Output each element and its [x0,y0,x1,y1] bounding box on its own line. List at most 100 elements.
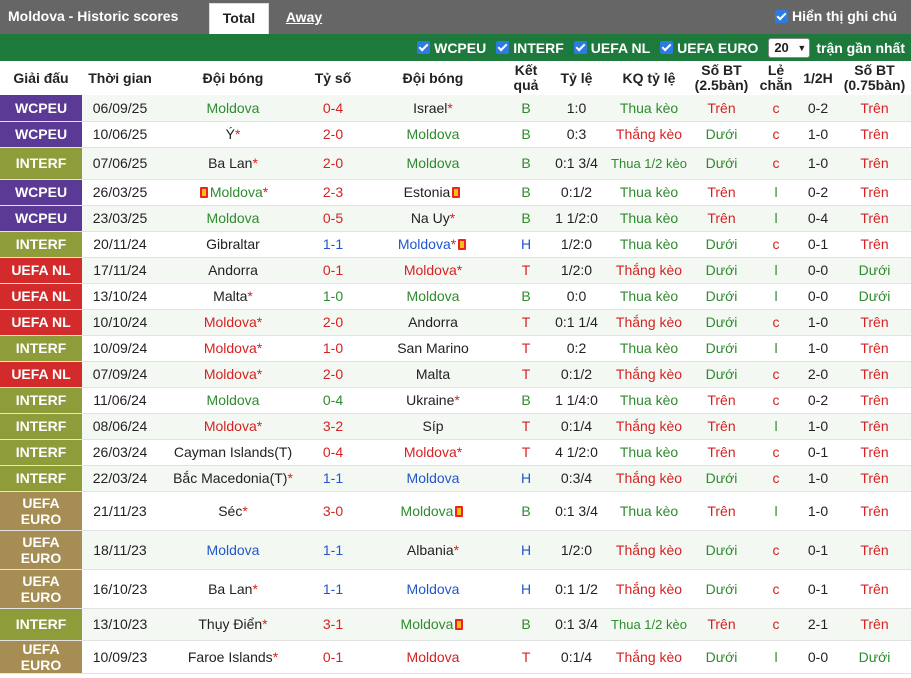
red-card-icon [452,187,461,198]
away-team[interactable]: Síp [358,413,508,440]
tab-away[interactable]: Away [274,3,334,34]
score[interactable]: 0-4 [308,439,358,466]
competition-badge[interactable]: WCPEU [0,205,82,232]
competition-badge[interactable]: UEFA NL [0,361,82,388]
home-team[interactable]: Moldova* [158,413,308,440]
competition-badge[interactable]: UEFA NL [0,283,82,310]
score[interactable]: 2-0 [308,309,358,336]
competition-badge[interactable]: WCPEU [0,121,82,148]
away-team[interactable]: Moldova [358,608,508,641]
home-team[interactable]: Moldova* [158,361,308,388]
home-team[interactable]: Bắc Macedonia(T)* [158,465,308,492]
home-team[interactable]: Ba Lan* [158,569,308,609]
away-team[interactable]: Moldova* [358,439,508,466]
away-team[interactable]: Moldova [358,147,508,180]
away-team[interactable]: Moldova* [358,231,508,258]
competition-badge[interactable]: INTERF [0,335,82,362]
filter-interf[interactable]: INTERF [496,40,564,56]
score[interactable]: 1-1 [308,569,358,609]
score[interactable]: 3-2 [308,413,358,440]
filter-uefa-euro[interactable]: UEFA EURO [660,40,758,56]
away-team[interactable]: Moldova [358,569,508,609]
filter-wcpeu[interactable]: WCPEU [417,40,486,56]
home-team[interactable]: Moldova* [158,335,308,362]
competition-badge[interactable]: UEFA EURO [0,530,82,570]
score[interactable]: 0-5 [308,205,358,232]
competition-badge[interactable]: UEFA EURO [0,569,82,609]
show-notes-toggle[interactable]: Hiển thị ghi chú [775,8,897,24]
competition-badge[interactable]: INTERF [0,608,82,641]
recent-count-select[interactable]: 20 ▼ [768,37,811,58]
home-team[interactable]: Thụy Điển* [158,608,308,641]
home-team[interactable]: Faroe Islands* [158,640,308,674]
home-team[interactable]: Gibraltar [158,231,308,258]
checkbox-icon[interactable] [496,41,510,54]
competition-badge[interactable]: WCPEU [0,95,82,122]
score[interactable]: 0-1 [308,640,358,674]
away-team[interactable]: Moldova [358,121,508,148]
home-team[interactable]: Cayman Islands(T) [158,439,308,466]
checkbox-icon[interactable] [573,41,587,54]
filter-uefa-nl[interactable]: UEFA NL [573,40,650,56]
home-team[interactable]: Moldova* [158,179,308,206]
score[interactable]: 2-0 [308,121,358,148]
away-team[interactable]: Moldova* [358,257,508,284]
home-team[interactable]: Andorra [158,257,308,284]
score[interactable]: 1-0 [308,283,358,310]
competition-badge[interactable]: INTERF [0,147,82,180]
home-team[interactable]: Séc* [158,491,308,531]
home-team[interactable]: Moldova [158,95,308,122]
odds-result: Thắng kèo [609,569,689,609]
col-result: Kết quả [508,61,544,95]
away-team[interactable]: Moldova [358,640,508,674]
score[interactable]: 3-1 [308,608,358,641]
score[interactable]: 3-0 [308,491,358,531]
away-team[interactable]: Israel* [358,95,508,122]
score[interactable]: 1-1 [308,465,358,492]
home-team[interactable]: Moldova [158,205,308,232]
home-team[interactable]: Moldova [158,530,308,570]
home-team[interactable]: Ý* [158,121,308,148]
away-team[interactable]: San Marino [358,335,508,362]
over-under-075: Trên [838,608,911,641]
score[interactable]: 0-1 [308,257,358,284]
away-team[interactable]: Albania* [358,530,508,570]
score[interactable]: 1-0 [308,335,358,362]
score[interactable]: 1-1 [308,231,358,258]
home-team[interactable]: Moldova [158,387,308,414]
home-team[interactable]: Malta* [158,283,308,310]
tab-total[interactable]: Total [209,3,269,34]
score[interactable]: 2-0 [308,147,358,180]
score[interactable]: 0-4 [308,387,358,414]
away-team[interactable]: Moldova [358,491,508,531]
odd-even: l [754,179,798,206]
score[interactable]: 0-4 [308,95,358,122]
checkbox-icon[interactable] [775,9,788,23]
match-result: T [508,335,544,362]
checkbox-icon[interactable] [660,41,674,54]
away-team[interactable]: Ukraine* [358,387,508,414]
score[interactable]: 1-1 [308,530,358,570]
home-team[interactable]: Moldova* [158,309,308,336]
away-team[interactable]: Moldova [358,465,508,492]
checkbox-icon[interactable] [417,41,431,54]
competition-badge[interactable]: WCPEU [0,179,82,206]
team-name: Thụy Điển [198,616,263,632]
competition-badge[interactable]: INTERF [0,413,82,440]
away-team[interactable]: Malta [358,361,508,388]
competition-badge[interactable]: UEFA NL [0,309,82,336]
away-team[interactable]: Andorra [358,309,508,336]
competition-badge[interactable]: UEFA NL [0,257,82,284]
competition-badge[interactable]: INTERF [0,231,82,258]
competition-badge[interactable]: INTERF [0,439,82,466]
competition-badge[interactable]: UEFA EURO [0,491,82,531]
away-team[interactable]: Na Uy* [358,205,508,232]
home-team[interactable]: Ba Lan* [158,147,308,180]
away-team[interactable]: Moldova [358,283,508,310]
away-team[interactable]: Estonia [358,179,508,206]
competition-badge[interactable]: INTERF [0,387,82,414]
competition-badge[interactable]: UEFA EURO [0,640,82,674]
score[interactable]: 2-0 [308,361,358,388]
competition-badge[interactable]: INTERF [0,465,82,492]
score[interactable]: 2-3 [308,179,358,206]
